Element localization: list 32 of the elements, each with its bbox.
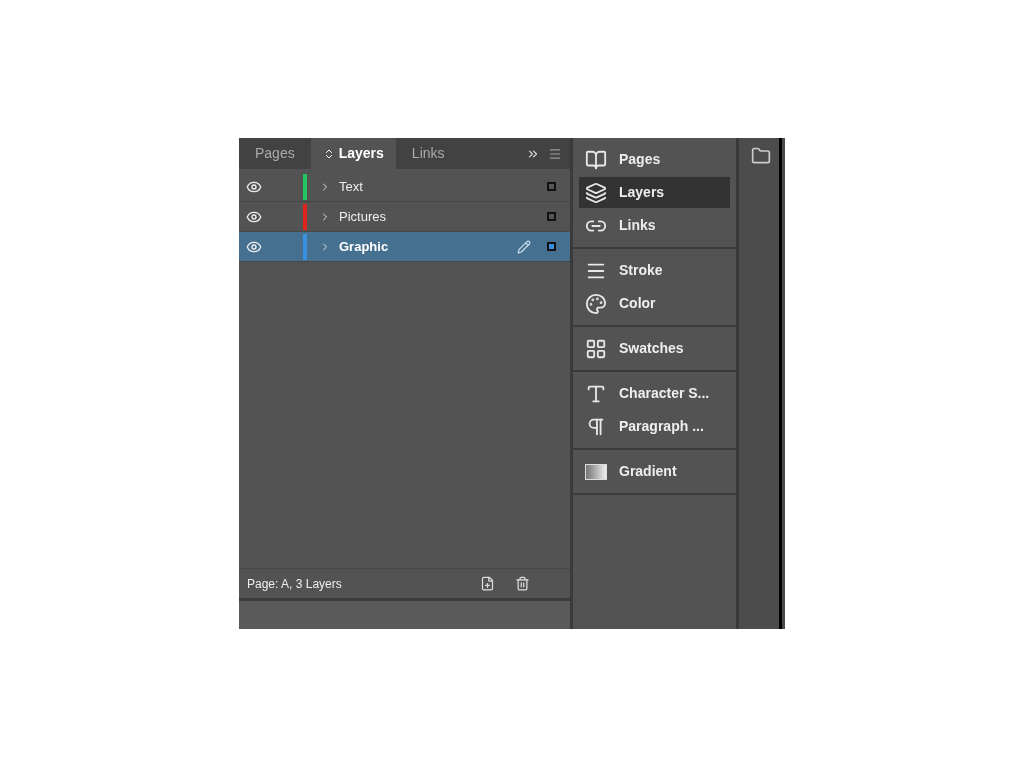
panel-footer-text: Page: A, 3 Layers <box>247 575 342 593</box>
selection-square[interactable] <box>547 212 556 221</box>
grid-icon <box>585 337 607 360</box>
panel-tab[interactable]: Layers <box>310 138 396 169</box>
dock-panel-button[interactable]: Swatches <box>579 333 730 364</box>
dock-panel-button[interactable]: Stroke <box>579 255 730 286</box>
dock-panel-button[interactable]: Links <box>579 210 730 241</box>
panel-tab[interactable]: Pages <box>239 138 311 169</box>
layers-icon <box>585 181 607 204</box>
gradient-icon <box>585 463 607 480</box>
selection-square[interactable] <box>547 242 556 251</box>
new-layer-icon[interactable] <box>480 576 495 591</box>
book-icon <box>585 148 607 171</box>
palette-icon <box>585 292 607 315</box>
folder-icon[interactable] <box>751 146 771 166</box>
dock-panel-button[interactable]: Pages <box>579 144 730 175</box>
menu-icon[interactable] <box>548 146 562 161</box>
pencil-icon <box>517 239 531 254</box>
layer-name: Pictures <box>339 207 386 226</box>
dock-panel-button[interactable]: Layers <box>579 177 730 208</box>
layer-row[interactable]: Pictures <box>239 202 570 232</box>
layer-row[interactable]: Text <box>239 172 570 202</box>
trash-icon[interactable] <box>515 576 530 591</box>
selection-square[interactable] <box>547 182 556 191</box>
layer-row[interactable]: Graphic <box>239 232 570 262</box>
dock-panel-button[interactable]: Paragraph ... <box>579 411 730 442</box>
dock-panel-button[interactable]: Color <box>579 288 730 319</box>
layer-name: Graphic <box>339 237 389 256</box>
panel-tab[interactable]: Links <box>395 138 461 169</box>
dock-panel-button[interactable]: Character S... <box>579 378 730 409</box>
layer-name: Text <box>339 177 363 196</box>
dock-panel-button[interactable]: Gradient <box>579 456 730 487</box>
